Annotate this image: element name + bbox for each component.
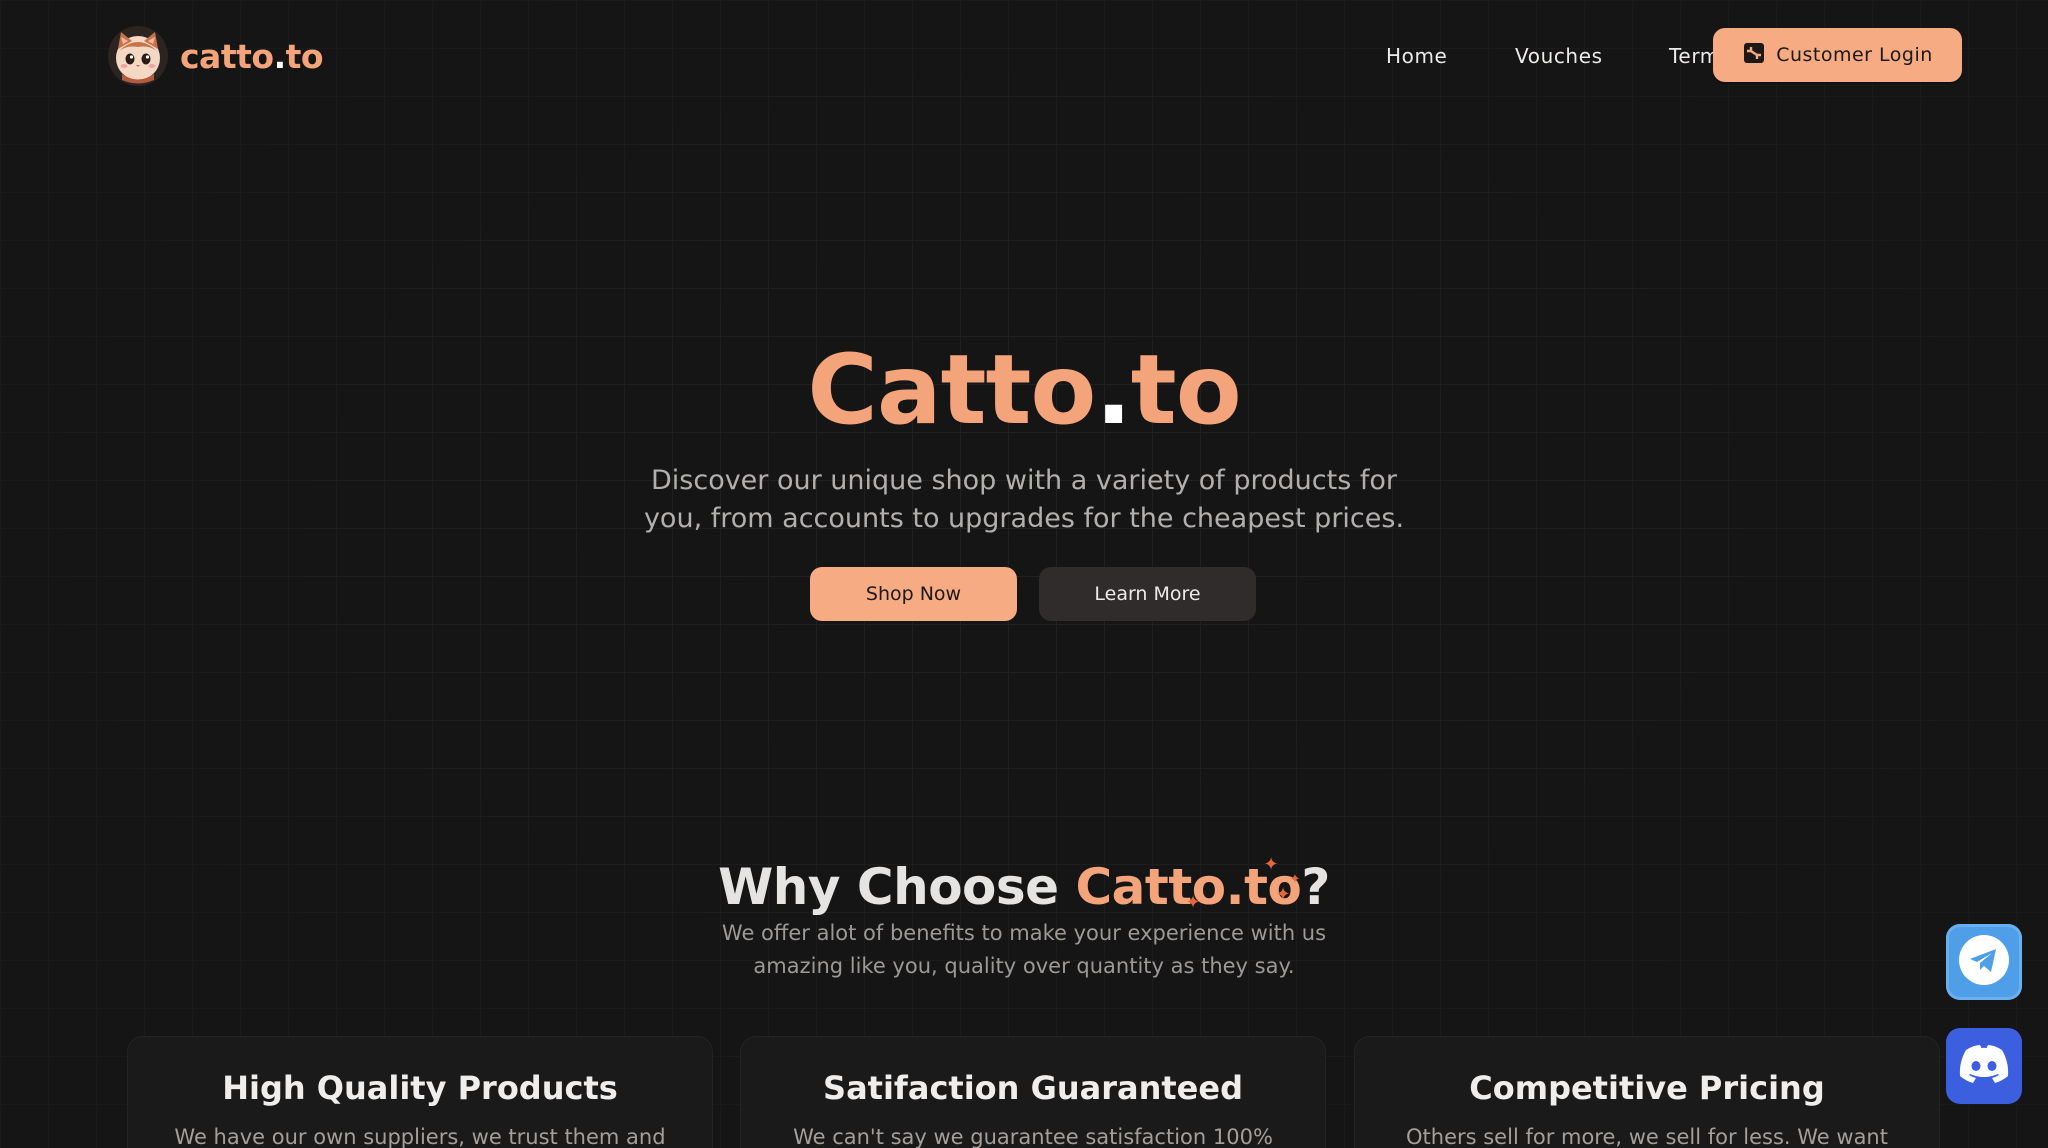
sparkle-icon: ✦ (1263, 854, 1279, 875)
feature-card: Competitive Pricing Others sell for more… (1354, 1036, 1940, 1148)
feature-card-title: Competitive Pricing (1469, 1069, 1825, 1107)
feature-card-title: High Quality Products (222, 1069, 618, 1107)
hero-title: Catto.to (807, 334, 1241, 446)
feature-card-title: Satifaction Guaranteed (823, 1069, 1243, 1107)
sparkle-icon: ✦ (1289, 872, 1300, 887)
page: catto.to Home Vouches Terms Customer Log… (0, 0, 2048, 1148)
why-choose-brand: Catto.to ✦ ✦ ✦ ✦ (1075, 854, 1302, 916)
brand-link[interactable]: catto.to (108, 24, 324, 88)
content-layer: catto.to Home Vouches Terms Customer Log… (0, 0, 2048, 1148)
hero-subtitle: Discover our unique shop with a variety … (624, 462, 1424, 538)
why-subtitle-line-1: We offer alot of benefits to make your e… (721, 921, 1327, 945)
feature-card-text: We can't say we guarantee satisfaction 1… (793, 1125, 1273, 1148)
shop-now-button[interactable]: Shop Now (810, 567, 1017, 621)
feature-card: Satifaction Guaranteed We can't say we g… (740, 1036, 1326, 1148)
why-choose-heading: Why Choose Catto.to ✦ ✦ ✦ ✦? (718, 854, 1330, 916)
nav-vouches-link[interactable]: Vouches (1515, 44, 1603, 68)
telegram-button[interactable] (1946, 924, 2022, 1000)
cat-logo-icon (108, 26, 168, 86)
feature-card: High Quality Products We have our own su… (127, 1036, 713, 1148)
hero-subtitle-line-1: Discover our unique shop with a variety … (650, 465, 1397, 496)
brand-name: catto.to (180, 36, 324, 76)
feature-card-text: Others sell for more, we sell for less. … (1406, 1125, 1888, 1148)
telegram-icon (1956, 932, 2012, 992)
discord-icon (1956, 1042, 2012, 1090)
hero-subtitle-line-2: you, from accounts to upgrades for the c… (643, 503, 1405, 534)
discord-button[interactable] (1946, 1028, 2022, 1104)
why-subtitle-line-2: amazing like you, quality over quantity … (753, 954, 1295, 978)
nav-home-link[interactable]: Home (1386, 44, 1447, 68)
sparkle-icon: ✦ (1275, 884, 1291, 905)
customer-login-button[interactable]: Customer Login (1713, 28, 1962, 82)
top-navbar: catto.to Home Vouches Terms Customer Log… (0, 0, 2048, 112)
login-icon (1742, 41, 1766, 70)
sparkle-icon: ✦ (1185, 892, 1201, 913)
why-choose-subtitle: We offer alot of benefits to make your e… (704, 917, 1344, 983)
customer-login-label: Customer Login (1776, 44, 1933, 66)
learn-more-button[interactable]: Learn More (1039, 567, 1256, 621)
feature-card-text: We have our own suppliers, we trust them… (174, 1125, 666, 1148)
